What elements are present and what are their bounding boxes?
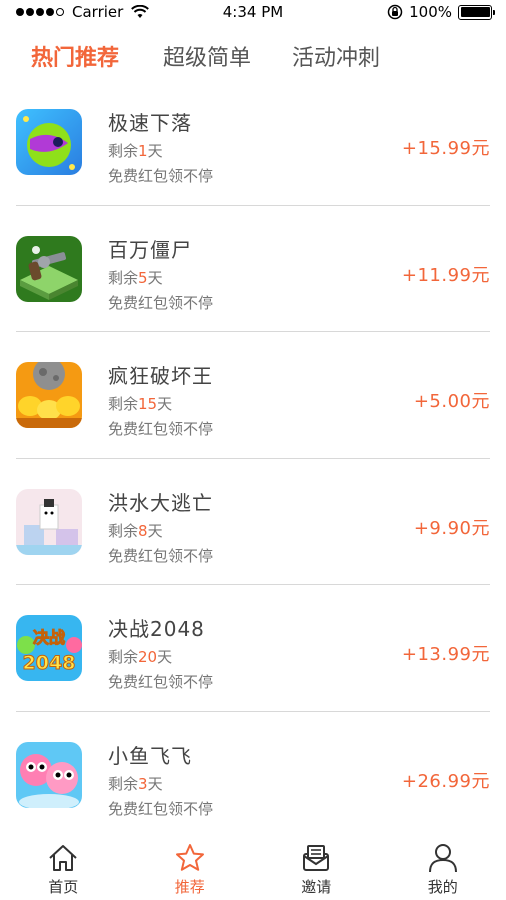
coins-game-icon	[16, 362, 82, 428]
status-bar: Carrier 4:34 PM 100%	[0, 0, 506, 26]
battery-icon	[458, 4, 495, 20]
days-remaining: 剩余8天	[108, 521, 163, 540]
reward-amount: +13.99元	[401, 644, 490, 665]
icon-text-top: 决战	[33, 628, 65, 647]
rotation-lock-icon	[387, 4, 403, 20]
ball-game-icon	[16, 109, 82, 175]
reward-amount: +26.99元	[401, 770, 490, 792]
list-item[interactable]: 极速下落 剩余1天 免费红包领不停 +15.99元	[16, 79, 490, 206]
reward-description: 免费红包领不停	[108, 293, 214, 312]
nav-profile[interactable]: 我的	[380, 836, 506, 900]
days-remaining: 剩余3天	[108, 774, 163, 793]
reward-description: 免费红包领不停	[108, 167, 214, 185]
home-icon	[49, 845, 77, 871]
nav-home[interactable]: 首页	[0, 836, 127, 900]
days-count: 3	[138, 774, 148, 793]
reward-amount: +15.99元	[401, 138, 490, 159]
app-name: 小鱼飞飞	[108, 743, 192, 768]
user-icon	[428, 844, 457, 873]
list-item[interactable]: 小鱼飞飞 剩余3天 免费红包领不停 +26.99元	[16, 712, 490, 839]
bottom-tab-bar: 首页 推荐 邀请 我的	[0, 836, 506, 900]
tab-hot-recommend[interactable]: 热门推荐	[31, 40, 119, 72]
nav-label: 首页	[48, 878, 79, 896]
reward-description: 免费红包领不停	[108, 799, 214, 818]
reward-amount: +11.99元	[401, 264, 490, 286]
list-item[interactable]: 疯狂破坏王 剩余15天 免费红包领不停 +5.00元	[16, 332, 490, 459]
reward-amount: +9.90元	[413, 517, 490, 539]
days-remaining: 剩余5天	[108, 268, 163, 287]
reward-description: 免费红包领不停	[108, 546, 214, 565]
list-item[interactable]: 洪水大逃亡 剩余8天 免费红包领不停 +9.90元	[16, 459, 490, 585]
envelope-icon	[303, 845, 330, 871]
battery-percent: 100%	[409, 3, 452, 21]
reward-amount: +5.00元	[413, 391, 490, 412]
icon-text-bottom: 2048	[23, 652, 76, 674]
flood-game-icon	[16, 488, 82, 555]
list-item[interactable]: 决战 2048 决战2048 剩余20天 免费红包领不停 +13.99元	[16, 585, 490, 712]
category-tabs: 热门推荐 超级简单 活动冲刺	[0, 40, 506, 80]
days-remaining: 剩余15天	[108, 395, 173, 413]
app-name: 百万僵尸	[108, 237, 192, 262]
nav-label: 邀请	[301, 878, 332, 896]
days-count: 1	[138, 142, 148, 160]
days-count: 20	[138, 648, 158, 666]
nav-invite[interactable]: 邀请	[253, 836, 380, 900]
nav-recommend[interactable]: 推荐	[127, 836, 254, 900]
revolver-game-icon	[16, 235, 82, 302]
reward-description: 免费红包领不停	[108, 673, 214, 691]
app-name: 洪水大逃亡	[108, 490, 213, 515]
fish-game-icon	[16, 741, 82, 808]
nav-label: 推荐	[174, 878, 205, 896]
list-item[interactable]: 百万僵尸 剩余5天 免费红包领不停 +11.99元	[16, 206, 490, 332]
tab-super-simple[interactable]: 超级简单	[163, 40, 251, 72]
app-name: 决战2048	[108, 617, 205, 641]
days-remaining: 剩余1天	[108, 142, 163, 160]
reward-description: 免费红包领不停	[108, 420, 214, 438]
days-count: 5	[138, 268, 148, 287]
battery-group: 100%	[387, 3, 495, 21]
nav-label: 我的	[427, 878, 458, 896]
app-name: 极速下落	[108, 111, 192, 135]
app-task-list: 极速下落 剩余1天 免费红包领不停 +15.99元 百万僵尸 剩余5天 免费红包…	[0, 79, 506, 838]
days-count: 15	[138, 395, 158, 413]
app-name: 疯狂破坏王	[108, 364, 213, 388]
tab-event-sprint[interactable]: 活动冲刺	[292, 40, 380, 72]
2048-game-icon: 决战 2048	[16, 615, 82, 681]
days-count: 8	[138, 521, 148, 540]
days-remaining: 剩余20天	[108, 648, 173, 666]
star-icon	[175, 844, 204, 871]
